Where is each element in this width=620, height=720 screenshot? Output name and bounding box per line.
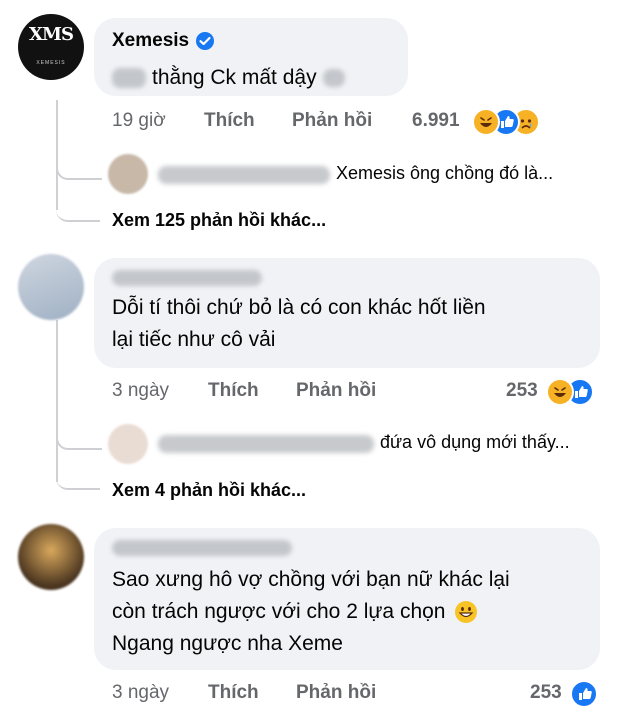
blurred-mention (112, 67, 146, 88)
comment-time[interactable]: 3 ngày (112, 380, 169, 402)
reply-avatar-2[interactable] (108, 424, 148, 464)
like-link[interactable]: Thích (208, 380, 259, 402)
reply-preview-text[interactable]: đứa vô dụng mới thấy... (380, 432, 570, 453)
view-more-replies[interactable]: Xem 4 phản hồi khác... (112, 480, 306, 501)
like-link[interactable]: Thích (208, 682, 259, 704)
blurred-author-3 (112, 540, 292, 556)
reply-link[interactable]: Phản hồi (296, 380, 376, 402)
comment-text-line2: còn trách ngược với cho 2 lựa chọn (112, 600, 446, 623)
reply-preview-text[interactable]: Xemesis ông chồng đó là... (336, 163, 553, 184)
blurred-reply-author-2 (158, 435, 374, 453)
xemesis-logo: XMS (29, 24, 74, 45)
reply-link[interactable]: Phản hồi (292, 110, 372, 132)
comment-text-line3: Ngang ngược nha Xeme (112, 632, 343, 655)
thread-branch-2a (56, 410, 102, 450)
avatar-xemesis[interactable]: XMS XEMESIS (18, 14, 84, 80)
comment-bubble-1: Xemesis thằng Ck mất dậy (94, 18, 408, 96)
reaction-icons[interactable] (472, 108, 562, 136)
blurred-emoji (322, 68, 345, 87)
reaction-count[interactable]: 6.991 (412, 110, 460, 132)
comment-meta-1: 19 giờ Thích Phản hồi 6.991 (112, 108, 572, 136)
avatar-commenter-2[interactable] (18, 254, 84, 320)
comment-text: thằng Ck mất dậy (152, 66, 317, 89)
xemesis-logo-sub: XEMESIS (36, 60, 66, 66)
author-name[interactable]: Xemesis (112, 30, 189, 52)
comment-meta-3: 3 ngày Thích Phản hồi 253 (112, 680, 602, 708)
comment-text-line1: Sao xưng hô vợ chồng với bạn nữ khác lại (112, 568, 510, 591)
view-more-replies[interactable]: Xem 125 phản hồi khác... (112, 210, 326, 231)
reaction-icons[interactable] (570, 680, 598, 708)
blurred-author-2 (112, 270, 262, 286)
reply-avatar-1[interactable] (108, 154, 148, 194)
comment-text-line2: lại tiếc như cô vải (112, 328, 276, 351)
comment-text-line1: Dỗi tí thôi chứ bỏ là có con khác hốt li… (112, 296, 486, 319)
thread-branch-2b (56, 458, 100, 490)
like-link[interactable]: Thích (204, 110, 255, 132)
haha-icon (546, 378, 574, 406)
blurred-reply-author-1 (158, 166, 330, 184)
verified-badge-icon (196, 32, 215, 50)
reaction-count[interactable]: 253 (506, 380, 538, 402)
thread-branch-1a (56, 140, 102, 180)
comment-bubble-3: Sao xưng hô vợ chồng với bạn nữ khác lại… (94, 528, 600, 670)
comment-time[interactable]: 19 giờ (112, 110, 166, 132)
reaction-count[interactable]: 253 (530, 682, 562, 704)
comment-meta-2: 3 ngày Thích Phản hồi 253 (112, 378, 602, 406)
reply-link[interactable]: Phản hồi (296, 682, 376, 704)
grinning-emoji-icon (454, 600, 477, 623)
like-icon (570, 680, 598, 708)
reaction-icons[interactable] (546, 378, 596, 406)
avatar-commenter-3[interactable] (18, 524, 84, 590)
thread-branch-1b (56, 190, 100, 222)
comment-time[interactable]: 3 ngày (112, 682, 169, 704)
haha-icon (472, 108, 500, 136)
comment-bubble-2: Dỗi tí thôi chứ bỏ là có con khác hốt li… (94, 258, 600, 368)
